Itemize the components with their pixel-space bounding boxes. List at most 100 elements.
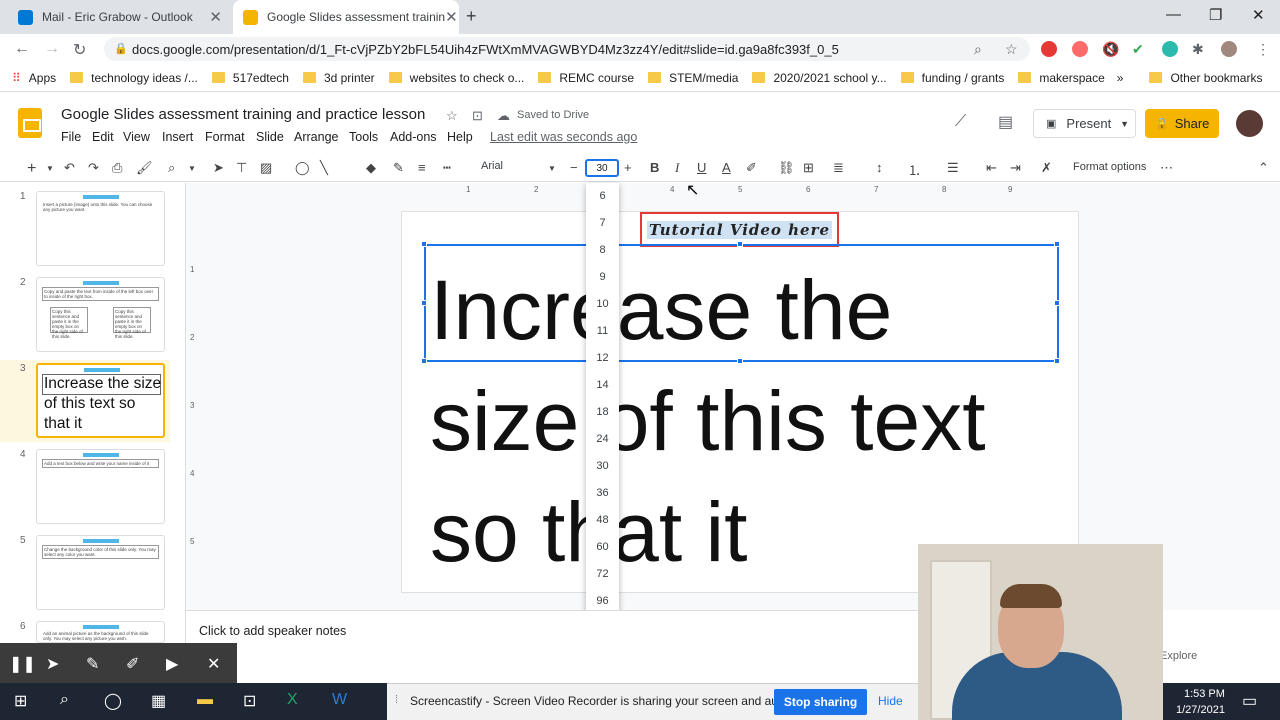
bookmark-item[interactable]: 517edtech <box>211 71 289 85</box>
slide-thumbnail-1[interactable]: Insert a picture (image) onto this slide… <box>36 191 165 266</box>
pointer-icon[interactable]: ➤ <box>46 654 59 674</box>
slide-thumbnail-5[interactable]: Change the background color of this slid… <box>36 535 165 610</box>
fill-color-icon[interactable]: ◆ <box>366 160 376 176</box>
new-tab-icon[interactable]: + <box>466 6 477 27</box>
highlight-icon[interactable]: ✐ <box>746 160 757 176</box>
font-size-option[interactable]: 96 <box>586 595 619 607</box>
profile-icon[interactable] <box>1221 41 1237 57</box>
align-icon[interactable]: ≣ <box>833 160 844 176</box>
stop-sharing-button[interactable]: Stop sharing <box>774 689 867 715</box>
slide-thumbnail-2[interactable]: Copy and paste the text from inside of t… <box>36 277 165 352</box>
bookmark-item[interactable]: technology ideas /... <box>70 71 198 85</box>
word-icon[interactable]: W <box>332 691 347 709</box>
close-window-icon[interactable]: ✕ <box>1252 6 1265 24</box>
minimize-icon[interactable]: — <box>1166 6 1181 23</box>
file-explorer-icon[interactable]: ▬ <box>197 691 213 709</box>
close-icon[interactable]: ✕ <box>445 8 458 26</box>
increase-font-size-icon[interactable]: + <box>624 160 632 175</box>
font-family-select[interactable]: Arial <box>481 160 503 172</box>
back-icon[interactable]: ← <box>14 40 30 58</box>
italic-icon[interactable]: I <box>675 160 679 176</box>
present-button[interactable]: ▣ Present ▼ <box>1033 109 1136 138</box>
bookmark-item[interactable]: STEM/media <box>648 71 738 85</box>
drag-handle-icon[interactable]: ⁞ <box>395 694 398 706</box>
check-extension-icon[interactable]: ✔ <box>1132 41 1144 58</box>
excel-icon[interactable]: X <box>287 691 298 709</box>
pen-icon[interactable]: ✎ <box>86 654 99 674</box>
star-icon[interactable]: ☆ <box>446 108 458 124</box>
line-icon[interactable]: ╲ <box>320 160 328 176</box>
share-button[interactable]: 🔒 Share <box>1145 109 1219 138</box>
calculator-icon[interactable]: ▦ <box>151 691 166 711</box>
font-size-option[interactable]: 8 <box>586 244 619 256</box>
store-icon[interactable]: ⊡ <box>243 691 256 711</box>
shape-icon[interactable]: ◯ <box>295 160 310 176</box>
menu-insert[interactable]: Insert <box>162 130 193 144</box>
paint-format-icon[interactable]: 🖌 <box>136 160 153 176</box>
clear-formatting-icon[interactable]: ✗ <box>1041 160 1052 176</box>
resize-handle[interactable] <box>1054 241 1060 247</box>
font-size-option[interactable]: 30 <box>586 460 619 472</box>
bookmark-item[interactable]: 3d printer <box>302 71 375 85</box>
menu-file[interactable]: File <box>61 130 81 144</box>
mute-icon[interactable]: 🔇 <box>1102 41 1119 58</box>
redo-icon[interactable]: ↷ <box>88 160 99 176</box>
more-bookmarks-button[interactable]: » <box>1117 71 1124 85</box>
menu-kebab-icon[interactable]: ⋮ <box>1256 41 1270 58</box>
resize-handle[interactable] <box>1054 300 1060 306</box>
increase-indent-icon[interactable]: ⇥ <box>1010 160 1021 176</box>
undo-icon[interactable]: ↶ <box>64 160 75 176</box>
slide-thumbnail-3[interactable]: Increase the size of this text so that i… <box>36 363 165 438</box>
maximize-icon[interactable]: ❐ <box>1209 6 1222 24</box>
font-size-option[interactable]: 6 <box>586 190 619 202</box>
bookmark-apps[interactable]: ⠿ Apps <box>12 71 56 85</box>
decrease-indent-icon[interactable]: ⇤ <box>986 160 997 176</box>
zoom-icon[interactable]: ⌕ <box>974 41 982 58</box>
chevron-down-icon[interactable]: ▼ <box>548 164 556 173</box>
font-size-option[interactable]: 14 <box>586 379 619 391</box>
resize-handle[interactable] <box>737 358 743 364</box>
resize-handle[interactable] <box>421 241 427 247</box>
menu-slide[interactable]: Slide <box>256 130 284 144</box>
menu-arrange[interactable]: Arrange <box>294 130 338 144</box>
hide-button[interactable]: Hide <box>878 694 903 708</box>
comment-icon[interactable]: ⊞ <box>803 160 814 176</box>
chevron-down-icon[interactable]: ▼ <box>46 164 54 173</box>
avatar[interactable] <box>1236 110 1263 137</box>
border-dash-icon[interactable]: ┅ <box>443 160 451 176</box>
bookmark-item[interactable]: REMC course <box>538 71 634 85</box>
reload-icon[interactable]: ↻ <box>73 40 86 60</box>
new-slide-icon[interactable]: + <box>27 160 36 178</box>
star-icon[interactable]: ☆ <box>1005 41 1018 58</box>
cortana-icon[interactable]: ◯ <box>104 691 122 711</box>
windows-start-icon[interactable]: ⊞ <box>14 691 27 711</box>
decrease-font-size-icon[interactable]: − <box>570 160 578 175</box>
tab-outlook[interactable]: Mail - Eric Grabow - Outlook ✕ <box>8 0 232 34</box>
pause-icon[interactable]: ❚❚ <box>9 654 36 674</box>
notifications-icon[interactable]: ▭ <box>1242 691 1257 711</box>
text-box-selection[interactable] <box>424 244 1059 362</box>
menu-addons[interactable]: Add-ons <box>390 130 437 144</box>
text-color-icon[interactable]: A <box>722 160 731 175</box>
slide-thumbnail-6[interactable]: Add an animal picture as the background … <box>36 621 165 643</box>
camera-icon[interactable]: ▶ <box>166 654 178 674</box>
menu-tools[interactable]: Tools <box>349 130 378 144</box>
font-size-option[interactable]: 24 <box>586 433 619 445</box>
horizontal-ruler[interactable]: 1 2 3 4 5 6 7 8 9 <box>186 183 1280 197</box>
font-size-option[interactable]: 7 <box>586 217 619 229</box>
format-options-button[interactable]: Format options <box>1073 161 1146 173</box>
font-size-option[interactable]: 18 <box>586 406 619 418</box>
tab-slides[interactable]: Google Slides assessment trainin ✕ <box>233 0 459 34</box>
menu-format[interactable]: Format <box>205 130 245 144</box>
resize-handle[interactable] <box>1054 358 1060 364</box>
record-extension-icon[interactable] <box>1072 41 1088 57</box>
last-edit-link[interactable]: Last edit was seconds ago <box>490 130 637 144</box>
slide-thumbnail-4[interactable]: Add a text box below and write your name… <box>36 449 165 524</box>
menu-edit[interactable]: Edit <box>92 130 114 144</box>
bookmark-item[interactable]: 2020/2021 school y... <box>752 71 887 85</box>
line-spacing-icon[interactable]: ↕ <box>876 160 883 175</box>
chevron-down-icon[interactable]: ▼ <box>1120 119 1129 129</box>
font-size-option[interactable]: 60 <box>586 541 619 553</box>
underline-icon[interactable]: U <box>697 160 706 175</box>
font-size-input[interactable]: 30 <box>585 159 619 177</box>
